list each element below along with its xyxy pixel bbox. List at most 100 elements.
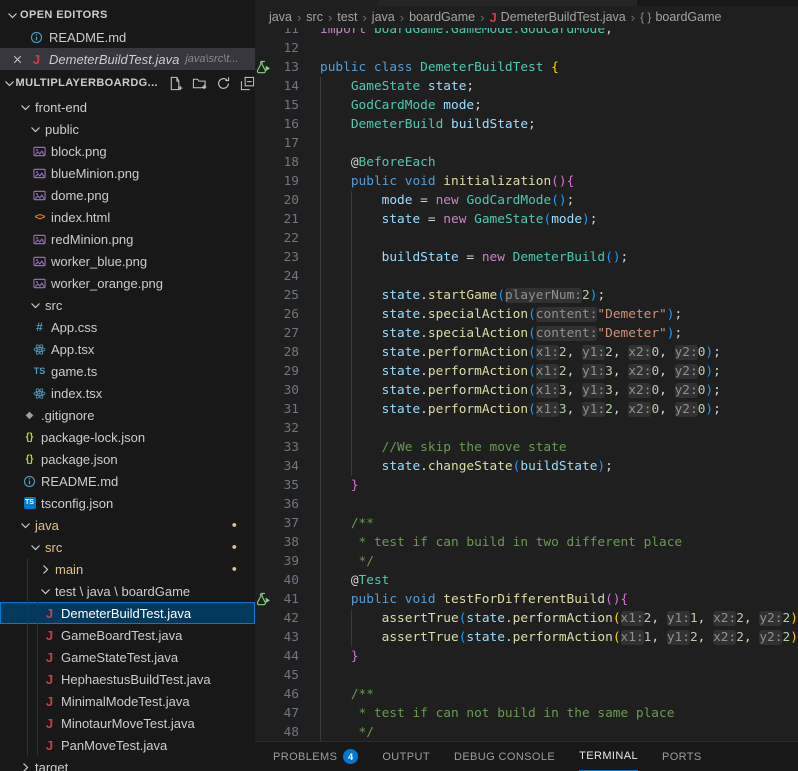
breadcrumb-item-demeterbuildtest-java[interactable]: J DemeterBuildTest.java — [489, 10, 625, 25]
image-icon — [31, 145, 48, 158]
tree-item-main[interactable]: main ● — [0, 558, 255, 580]
refresh-icon[interactable] — [216, 76, 231, 91]
tree-item-public[interactable]: public — [0, 118, 255, 140]
code-line-48: 48 */ — [255, 723, 798, 741]
panel-tab-output[interactable]: OUTPUT — [382, 742, 430, 771]
panel-tab-terminal[interactable]: TERMINAL — [579, 742, 638, 771]
tree-item-label: MinimalModeTest.java — [61, 693, 190, 709]
tree-item-gitignore[interactable]: ◆ .gitignore — [0, 404, 255, 426]
tree-item-app-css[interactable]: # App.css — [0, 316, 255, 338]
tree-item-gameboardtest-java[interactable]: J GameBoardTest.java — [0, 624, 255, 646]
tree-item-label: dome.png — [51, 187, 109, 203]
line-number: 18 — [283, 155, 299, 170]
git-icon: ◆ — [25, 409, 34, 421]
code-line-32: 32 — [255, 419, 798, 438]
tree-item-src[interactable]: src ● — [0, 536, 255, 558]
code-line-36: 36 — [255, 495, 798, 514]
java-icon: J — [489, 9, 497, 25]
code-line-28: 28 state.performAction(x1:2, y1:2, x2:0,… — [255, 343, 798, 362]
breadcrumb-label: DemeterBuildTest.java — [500, 10, 626, 24]
open-editor-item-demeterbuildtest-java[interactable]: J DemeterBuildTest.java java\src\t... — [0, 48, 255, 70]
breadcrumb: java › src › test › java › boardGame › J DemeterBui… — [255, 6, 798, 28]
tree-item-package-lock-json[interactable]: {} package-lock.json — [0, 426, 255, 448]
open-editor-item-readme-md[interactable]: README.md — [0, 26, 255, 48]
open-editor-label: README.md — [49, 29, 127, 45]
tree-item-label: package-lock.json — [41, 429, 146, 445]
open-editor-description: java\src\t... — [185, 53, 239, 65]
tree-item-target[interactable]: target — [0, 756, 255, 771]
tree-item-panmovetest-java[interactable]: J PanMoveTest.java — [0, 734, 255, 756]
tree-item-tsconfig-json[interactable]: TS tsconfig.json — [0, 492, 255, 514]
explorer-section-header[interactable]: MULTIPLAYERBOARDG... — [0, 70, 255, 96]
breadcrumb-item-boardgame[interactable]: { } boardGame — [640, 10, 721, 24]
file-tree: front-end public block.png blueMinion.png do… — [0, 96, 255, 771]
tree-item-minimalmodetest-java[interactable]: J MinimalModeTest.java — [0, 690, 255, 712]
breadcrumb-item-boardgame[interactable]: boardGame — [409, 10, 475, 24]
tree-item-front-end[interactable]: front-end — [0, 96, 255, 118]
open-editors-title: OPEN EDITORS — [20, 9, 108, 21]
tree-item-test-java-boardgame[interactable]: test \ java \ boardGame — [0, 580, 255, 602]
breadcrumb-item-java[interactable]: java — [372, 10, 395, 24]
code-line-42: 42 assertTrue(state.performAction(x1:2, … — [255, 609, 798, 628]
breadcrumb-label: boardGame — [409, 10, 476, 24]
line-number: 42 — [283, 611, 299, 626]
breadcrumb-label: src — [306, 10, 323, 24]
tree-item-src[interactable]: src — [0, 294, 255, 316]
tree-item-demeterbuildtest-java[interactable]: J DemeterBuildTest.java — [0, 602, 255, 624]
tree-item-hephaestusbuildtest-java[interactable]: J HephaestusBuildTest.java — [0, 668, 255, 690]
tree-item-game-ts[interactable]: TS game.ts — [0, 360, 255, 382]
tree-item-blueminion-png[interactable]: blueMinion.png — [0, 162, 255, 184]
panel-tab-debug-console[interactable]: DEBUG CONSOLE — [454, 742, 555, 771]
code-line-27: 27 state.specialAction(content:"Demeter"… — [255, 324, 798, 343]
tree-item-label: README.md — [41, 473, 119, 489]
problems-count-badge: 4 — [343, 749, 359, 764]
line-number: 12 — [283, 41, 299, 56]
close-icon[interactable] — [11, 53, 28, 66]
tree-item-label: GameBoardTest.java — [61, 627, 183, 643]
panel-tab-label: OUTPUT — [382, 750, 430, 763]
explorer-title: MULTIPLAYERBOARDG... — [15, 77, 158, 89]
tree-item-package-json[interactable]: {} package.json — [0, 448, 255, 470]
inlay-hint: x1: — [535, 364, 559, 379]
tree-item-worker-orange-png[interactable]: worker_orange.png — [0, 272, 255, 294]
indent-guide — [320, 666, 321, 685]
code-line-12: 12 — [255, 39, 798, 58]
breadcrumb-item-src[interactable]: src — [306, 10, 323, 24]
panel-tab-ports[interactable]: PORTS — [662, 742, 702, 771]
tree-item-index-html[interactable]: <> index.html — [0, 206, 255, 228]
new-file-icon[interactable] — [168, 76, 183, 91]
inlay-hint: x1: — [535, 402, 559, 417]
inlay-hint: x1: — [620, 630, 644, 645]
tree-item-redminion-png[interactable]: redMinion.png — [0, 228, 255, 250]
code-editor[interactable]: java › src › test › java › boardGame › J DemeterBui… — [255, 0, 798, 741]
tree-item-minotaurmovetest-java[interactable]: J MinotaurMoveTest.java — [0, 712, 255, 734]
tree-item-java[interactable]: java ● — [0, 514, 255, 536]
open-editors-header[interactable]: OPEN EDITORS — [0, 4, 255, 26]
css-icon: # — [36, 320, 43, 334]
code-line-35: 35 } — [255, 476, 798, 495]
inlay-hint: x1: — [535, 383, 559, 398]
line-number: 39 — [283, 554, 299, 569]
breadcrumb-label: boardGame — [655, 10, 722, 24]
tree-item-index-tsx[interactable]: index.tsx — [0, 382, 255, 404]
line-number: 25 — [283, 288, 299, 303]
line-number: 24 — [283, 269, 299, 284]
tree-item-block-png[interactable]: block.png — [0, 140, 255, 162]
info-icon — [28, 31, 45, 44]
tree-item-gamestatetest-java[interactable]: J GameStateTest.java — [0, 646, 255, 668]
tree-item-label: HephaestusBuildTest.java — [61, 671, 211, 687]
collapse-all-icon[interactable] — [240, 76, 255, 91]
breadcrumb-item-java[interactable]: java — [269, 10, 292, 24]
tree-item-worker-blue-png[interactable]: worker_blue.png — [0, 250, 255, 272]
tree-item-dome-png[interactable]: dome.png — [0, 184, 255, 206]
new-folder-icon[interactable] — [192, 76, 207, 91]
code-line-26: 26 state.specialAction(content:"Demeter"… — [255, 305, 798, 324]
tree-item-app-tsx[interactable]: App.tsx — [0, 338, 255, 360]
tree-item-label: redMinion.png — [51, 231, 134, 247]
breadcrumb-item-test[interactable]: test — [337, 10, 357, 24]
modified-dot-badge: ● — [231, 541, 237, 552]
panel-tab-problems[interactable]: PROBLEMS 4 — [273, 742, 359, 771]
tree-item-readme-md[interactable]: README.md — [0, 470, 255, 492]
indent-guide — [320, 229, 321, 248]
tree-item-label: src — [45, 539, 63, 555]
